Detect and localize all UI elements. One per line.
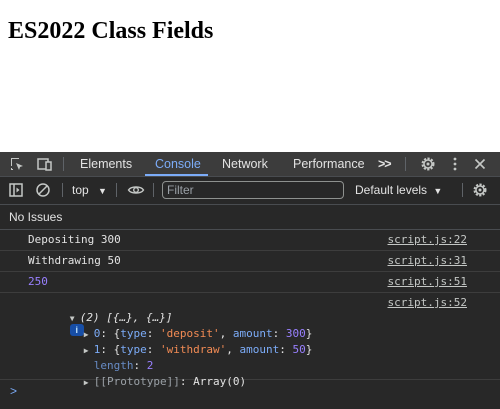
chevron-down-icon: ▼: [433, 186, 443, 196]
source-link[interactable]: script.js:22: [388, 233, 467, 246]
sidebar-toggle-icon[interactable]: [7, 181, 25, 199]
source-link[interactable]: script.js:52: [388, 296, 467, 309]
console-toolbar: top ▼ Default levels ▼: [0, 177, 500, 205]
console-message: Depositing 300 script.js:22: [0, 230, 500, 251]
live-expression-eye-icon[interactable]: [127, 181, 145, 199]
array-prototype[interactable]: ▶ [[Prototype]]: Array(0): [44, 362, 246, 401]
prototype-key: [[Prototype]]: [93, 375, 180, 388]
clear-console-icon[interactable]: [34, 181, 52, 199]
console-array-message: ▼ (2) [{…}, {…}] i script.js:52 ▶ 0: {type…: [0, 293, 500, 388]
tab-performance[interactable]: Performance: [293, 152, 365, 176]
divider: [63, 157, 64, 171]
collapsed-triangle-icon: ▶: [83, 378, 89, 387]
active-tab-indicator: [145, 174, 208, 176]
page-heading: ES2022 Class Fields: [8, 18, 214, 44]
issues-label: No Issues: [9, 210, 63, 224]
console-number-value: 250: [28, 275, 48, 288]
chevron-down-icon: ▼: [98, 186, 107, 196]
more-options-icon[interactable]: [446, 155, 464, 173]
console-message: Withdrawing 50 script.js:31: [0, 251, 500, 272]
console-prompt-icon[interactable]: >: [10, 384, 17, 398]
device-toolbar-icon[interactable]: [35, 155, 53, 173]
source-link[interactable]: script.js:51: [388, 275, 467, 288]
devtools-panel: Elements Console Network Performance >> …: [0, 152, 500, 409]
page-content: ES2022 Class Fields: [0, 0, 500, 152]
more-tabs-button[interactable]: >>: [378, 152, 392, 176]
string-value: 'withdraw': [160, 343, 227, 356]
divider: [153, 183, 154, 197]
issues-bar[interactable]: No Issues: [0, 205, 500, 230]
divider: [116, 183, 117, 197]
tab-elements[interactable]: Elements: [80, 152, 132, 176]
divider: [462, 183, 463, 197]
tab-console[interactable]: Console: [155, 152, 201, 176]
number-value: 50: [292, 343, 306, 356]
console-message: 250 script.js:51: [0, 272, 500, 293]
filter-input[interactable]: [165, 183, 341, 197]
divider: [405, 157, 406, 171]
log-levels-dropdown[interactable]: Default levels ▼: [355, 183, 442, 197]
devtools-tab-bar: Elements Console Network Performance >>: [0, 152, 500, 177]
inspect-element-icon[interactable]: [8, 155, 26, 173]
console-message-text: Withdrawing 50: [28, 254, 121, 267]
tab-network[interactable]: Network: [222, 152, 268, 176]
divider: [62, 183, 63, 197]
close-icon[interactable]: [471, 155, 489, 173]
log-levels-label: Default levels: [355, 183, 428, 197]
context-selector[interactable]: top ▼: [72, 183, 107, 197]
console-message-text: Depositing 300: [28, 233, 121, 246]
context-label: top: [72, 183, 89, 197]
filter-box: [162, 181, 344, 199]
property-key: amount: [239, 343, 280, 356]
source-link[interactable]: script.js:31: [388, 254, 467, 267]
console-settings-gear-icon[interactable]: [471, 181, 489, 199]
prototype-value: Array(0): [193, 375, 247, 388]
settings-gear-icon[interactable]: [419, 155, 437, 173]
